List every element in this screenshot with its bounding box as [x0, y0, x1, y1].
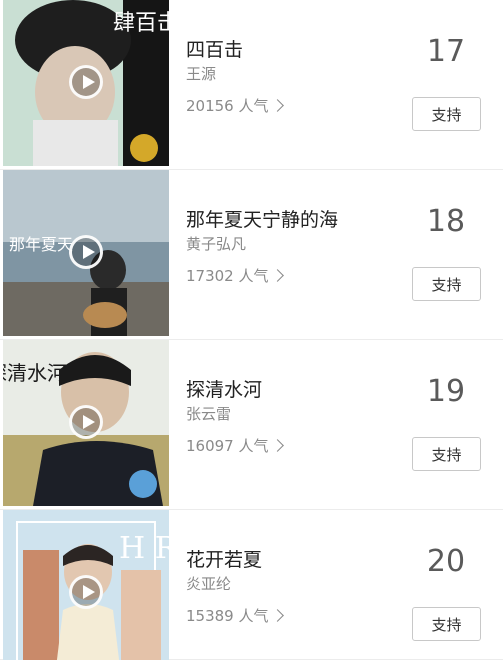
popularity-link[interactable]: 15389 人气 [186, 605, 284, 626]
cover-text: 那年夏天 [9, 235, 73, 254]
song-title[interactable]: 花开若夏 [186, 545, 262, 572]
list-item[interactable]: 探清水河 探清水河 张云雷 16097 人气 19 支持 [0, 340, 503, 510]
list-item[interactable]: 那年夏天 那年夏天宁静的海 黄子弘凡 17302 人气 18 支持 [0, 170, 503, 340]
popularity-count: 16097 人气 [186, 437, 269, 455]
popularity-count: 17302 人气 [186, 267, 269, 285]
rank-number: 19 [426, 374, 466, 409]
chevron-right-icon [270, 439, 284, 452]
list-item[interactable]: H R 花开若夏 炎亚纶 15389 人气 20 支持 [0, 510, 503, 660]
chevron-right-icon [270, 269, 284, 282]
song-artist: 王源 [186, 65, 217, 83]
support-button[interactable]: 支持 [412, 607, 481, 641]
song-list: 肆百击 四百击 王源 20156 人气 17 支持 那年夏天 那年夏天宁静的海 … [0, 0, 503, 660]
play-icon[interactable] [69, 575, 103, 609]
support-button[interactable]: 支持 [412, 97, 481, 131]
popularity-link[interactable]: 20156 人气 [186, 95, 284, 116]
popularity-link[interactable]: 16097 人气 [186, 435, 284, 456]
song-artist: 张云雷 [186, 405, 232, 423]
song-title[interactable]: 四百击 [186, 35, 243, 62]
song-title[interactable]: 那年夏天宁静的海 [186, 205, 338, 232]
song-cover[interactable]: H R [3, 510, 169, 660]
rank-number: 18 [426, 204, 466, 239]
chevron-right-icon [270, 609, 284, 622]
play-icon[interactable] [69, 65, 103, 99]
support-button[interactable]: 支持 [412, 267, 481, 301]
list-item[interactable]: 肆百击 四百击 王源 20156 人气 17 支持 [0, 0, 503, 170]
cover-text: 探清水河 [3, 361, 67, 385]
song-cover[interactable]: 肆百击 [3, 0, 169, 166]
song-artist: 黄子弘凡 [186, 235, 247, 253]
song-title[interactable]: 探清水河 [186, 375, 262, 402]
cover-text: H R [119, 531, 169, 566]
song-cover[interactable]: 探清水河 [3, 340, 169, 506]
popularity-count: 20156 人气 [186, 97, 269, 115]
chevron-right-icon [270, 99, 284, 112]
song-artist: 炎亚纶 [186, 575, 232, 593]
song-cover[interactable]: 那年夏天 [3, 170, 169, 336]
popularity-link[interactable]: 17302 人气 [186, 265, 284, 286]
play-icon[interactable] [69, 235, 103, 269]
rank-number: 20 [426, 544, 466, 579]
play-icon[interactable] [69, 405, 103, 439]
popularity-count: 15389 人气 [186, 607, 269, 625]
cover-text: 肆百击 [113, 11, 169, 36]
support-button[interactable]: 支持 [412, 437, 481, 471]
rank-number: 17 [426, 34, 466, 69]
